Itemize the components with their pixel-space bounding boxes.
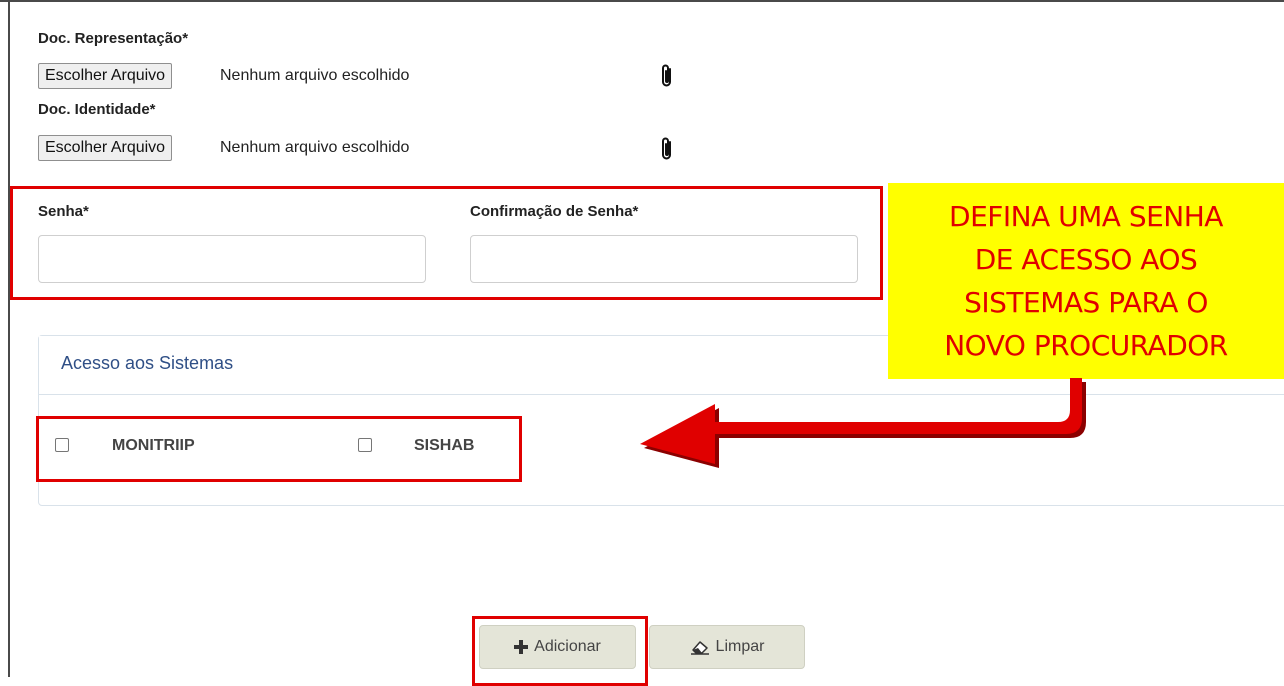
paperclip-icon[interactable] <box>660 63 674 89</box>
doc-identidade-label: Doc. Identidade* <box>38 101 156 118</box>
sishab-checkbox[interactable] <box>358 438 372 452</box>
eraser-icon <box>690 641 709 655</box>
pointer-arrow <box>640 378 1086 468</box>
doc-identidade-choose-file-button[interactable]: Escolher Arquivo <box>38 135 173 161</box>
sishab-label: SISHAB <box>414 437 475 454</box>
add-button[interactable]: Adicionar <box>479 625 636 669</box>
doc-representacao-label: Doc. Representação* <box>38 30 189 47</box>
callout-line: SISTEMAS PARA O <box>964 286 1208 319</box>
doc-representacao-file-status: Nenhum arquivo escolhido <box>220 67 410 84</box>
window-border-top <box>0 0 1284 2</box>
add-button-label: Adicionar <box>534 638 601 655</box>
confirmacao-senha-label: Confirmação de Senha* <box>470 203 639 220</box>
instruction-callout: DEFINA UMA SENHA DE ACESSO AOS SISTEMAS … <box>888 183 1284 379</box>
window-border-left <box>8 0 10 677</box>
clear-button[interactable]: Limpar <box>649 625 805 669</box>
callout-line: NOVO PROCURADOR <box>944 329 1228 362</box>
senha-label: Senha* <box>38 203 89 220</box>
doc-identidade-file-status: Nenhum arquivo escolhido <box>220 139 410 156</box>
callout-line: DEFINA UMA SENHA <box>949 200 1223 233</box>
panel-title: Acesso aos Sistemas <box>61 353 234 373</box>
callout-line: DE ACESSO AOS <box>974 243 1198 276</box>
monitriip-checkbox[interactable] <box>55 438 69 452</box>
confirmacao-senha-input[interactable] <box>470 235 858 283</box>
senha-input[interactable] <box>38 235 426 283</box>
monitriip-label: MONITRIIP <box>112 437 195 454</box>
clear-button-label: Limpar <box>715 638 765 655</box>
paperclip-icon[interactable] <box>660 136 674 162</box>
doc-representacao-choose-file-button[interactable]: Escolher Arquivo <box>38 63 173 89</box>
plus-icon <box>514 640 529 654</box>
